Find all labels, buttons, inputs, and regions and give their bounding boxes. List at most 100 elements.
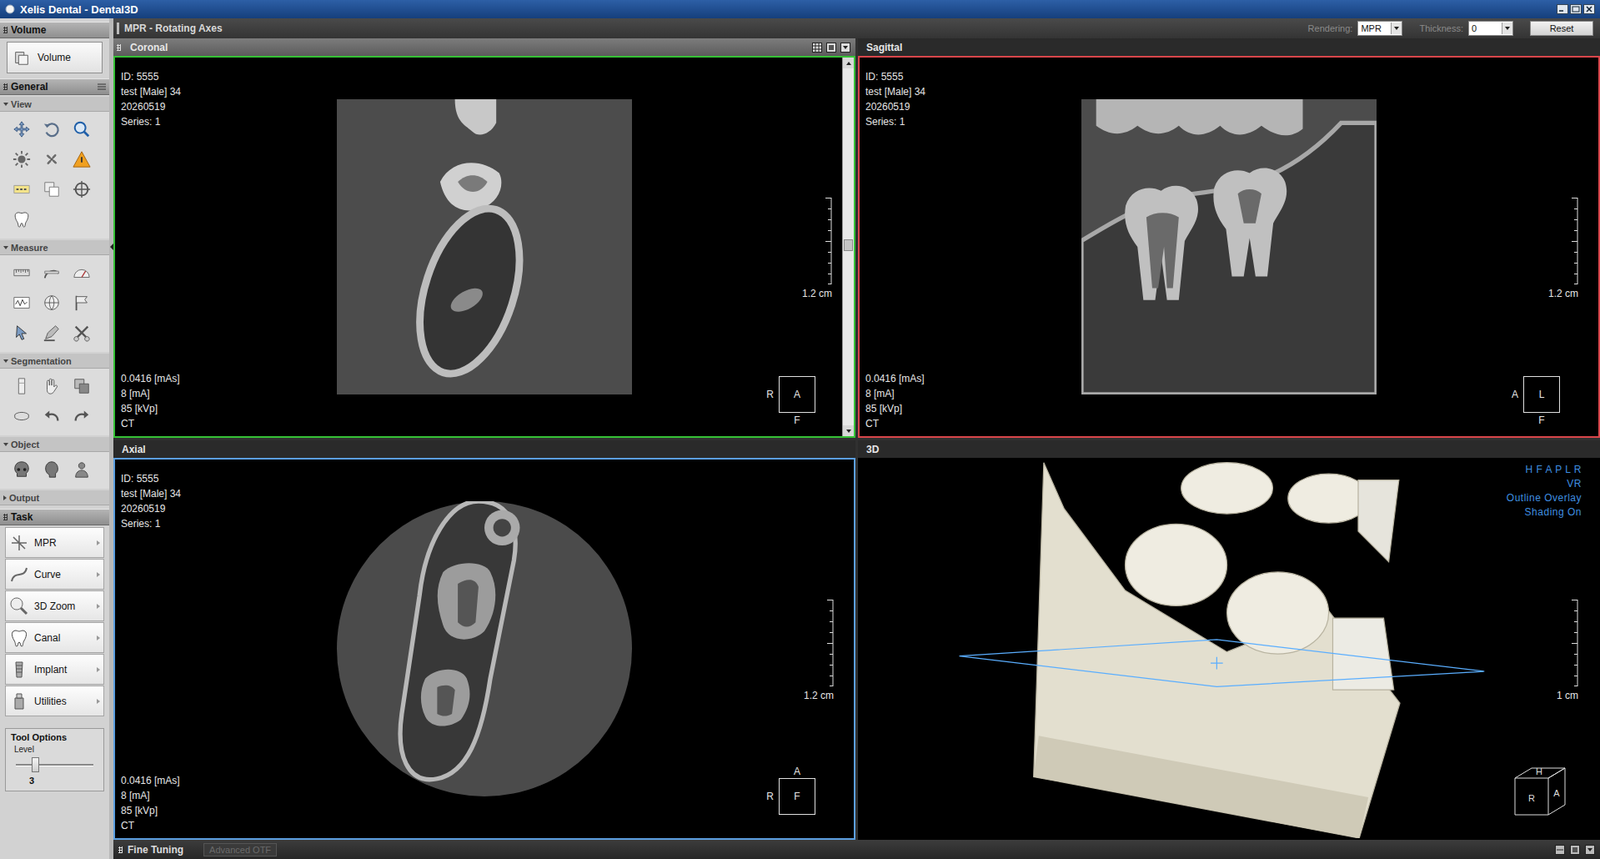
group-header[interactable]: Object — [0, 436, 110, 452]
tool-button[interactable] — [36, 454, 67, 485]
tool-button[interactable] — [6, 371, 37, 402]
tool-button[interactable] — [66, 174, 97, 205]
tool-button[interactable] — [66, 317, 97, 348]
viewport-canvas[interactable]: ID: 5555test [Male] 3420260519Series: 10… — [113, 55, 856, 438]
viewport-header[interactable]: Axial — [113, 440, 856, 458]
viewport-grid: CoronalID: 5555test [Male] 3420260519Ser… — [113, 38, 1600, 840]
svg-text:R: R — [1528, 792, 1535, 803]
volume-panel: Volume Volume — [0, 21, 110, 76]
scissors-icon — [72, 323, 91, 342]
exposure-info: 0.0416 [mAs]8 [mA]85 [kVp]CT — [865, 371, 925, 432]
task-item[interactable]: Canal — [5, 621, 105, 653]
ruler-icon — [825, 599, 834, 687]
dropdown-icon[interactable] — [840, 42, 851, 53]
layout-icon[interactable] — [1554, 844, 1565, 855]
slice-scrollbar[interactable] — [842, 57, 854, 437]
skull-icon — [12, 460, 31, 479]
tooth-icon — [12, 210, 31, 229]
panel-header[interactable]: Volume — [0, 21, 110, 39]
group-header[interactable]: Segmentation — [0, 353, 110, 369]
utilities-icon — [9, 691, 30, 712]
viewport-header[interactable]: 3D — [857, 440, 1600, 458]
tool-button[interactable] — [36, 257, 67, 288]
head-icon — [42, 460, 61, 479]
scale-bar: 1.2 cm — [803, 599, 834, 702]
pointer-icon — [12, 323, 31, 342]
close-icon[interactable] — [1583, 4, 1595, 15]
viewport: SagittalID: 5555test [Male] 3420260519Se… — [857, 38, 1600, 438]
maximize-icon[interactable] — [826, 42, 837, 53]
thickness-select[interactable]: 0 — [1468, 20, 1514, 36]
tool-button[interactable] — [66, 144, 97, 175]
tool-button[interactable] — [36, 144, 67, 175]
panel-header[interactable]: Task — [0, 508, 110, 526]
tool-button[interactable] — [6, 174, 37, 205]
tool-button[interactable] — [6, 454, 37, 485]
task-item[interactable]: 3D Zoom — [5, 590, 105, 622]
viewport-header[interactable]: Coronal — [113, 38, 856, 56]
layout-icon[interactable] — [812, 42, 823, 53]
task-item[interactable]: Curve — [5, 558, 105, 590]
tool-group: Object — [0, 435, 110, 489]
group-header[interactable]: Measure — [0, 240, 110, 256]
group-header[interactable]: Output — [0, 490, 110, 506]
panel-header[interactable]: General — [0, 78, 110, 96]
task-panel: TaskMPRCurve3D ZoomCanalImplantUtilities — [0, 508, 110, 718]
restore-icon[interactable] — [1569, 4, 1582, 15]
app-logo-icon — [5, 4, 16, 15]
menu-icon[interactable] — [97, 83, 106, 91]
tool-button[interactable] — [36, 317, 67, 348]
viewport-canvas[interactable]: ID: 5555test [Male] 3420260519Series: 10… — [113, 457, 856, 840]
orientation-cube[interactable]: HRA — [1513, 764, 1569, 817]
tool-button[interactable] — [36, 174, 67, 205]
tool-button[interactable] — [66, 371, 97, 402]
tool-button[interactable] — [6, 257, 37, 288]
task-item[interactable]: MPR — [5, 526, 105, 558]
protractor-icon — [72, 263, 91, 282]
tool-button[interactable] — [6, 204, 37, 235]
group-header[interactable]: View — [0, 96, 110, 112]
tool-button[interactable] — [6, 287, 37, 318]
dropdown-icon[interactable] — [1584, 844, 1595, 855]
tool-button[interactable] — [36, 371, 67, 402]
viewport: CoronalID: 5555test [Male] 3420260519Ser… — [113, 38, 856, 438]
minimize-icon[interactable] — [1556, 4, 1569, 15]
tool-button[interactable] — [66, 287, 97, 318]
scale-bar: 1.2 cm — [1548, 197, 1579, 300]
tool-group: Measure — [0, 238, 110, 352]
hand-icon — [42, 376, 61, 396]
general-panel: General View Measure Segmentation Object Out… — [0, 78, 110, 506]
advanced-otf-button[interactable]: Advanced OTF — [203, 842, 277, 857]
tool-button[interactable] — [36, 114, 67, 145]
axial-slice-image — [336, 501, 632, 797]
tool-button[interactable] — [36, 401, 67, 432]
viewport-canvas[interactable]: H F A P L RVROutline OverlayShading On1 … — [857, 457, 1600, 840]
reset-button[interactable]: Reset — [1529, 20, 1594, 36]
exposure-info: 0.0416 [mAs]8 [mA]85 [kVp]CT — [120, 772, 181, 833]
tool-group: View — [0, 95, 110, 239]
tooth-icon — [9, 627, 30, 648]
rendering-select[interactable]: MPR — [1357, 20, 1403, 36]
patient-info: ID: 5555test [Male] 3420260519Series: 1 — [120, 69, 181, 130]
task-item[interactable]: Implant — [5, 653, 105, 685]
tool-button[interactable] — [66, 454, 97, 485]
orientation-marker: ALF — [1511, 376, 1560, 428]
redo-icon — [72, 406, 91, 426]
layers-icon — [72, 376, 91, 396]
tool-button[interactable] — [6, 317, 37, 348]
tool-button[interactable] — [6, 144, 37, 175]
tool-button[interactable] — [6, 114, 37, 145]
tool-button[interactable] — [6, 401, 37, 432]
app-window: Xelis Dental - Dental3DVolumeVolumeGener… — [0, 0, 1600, 859]
level-slider[interactable] — [15, 756, 94, 773]
viewport-header[interactable]: Sagittal — [857, 38, 1600, 56]
maximize-icon[interactable] — [1569, 844, 1580, 855]
tool-button[interactable] — [36, 287, 67, 318]
volume-button[interactable]: Volume — [6, 41, 103, 74]
tool-button[interactable] — [66, 114, 97, 145]
tool-button[interactable] — [66, 257, 97, 288]
task-item[interactable]: Utilities — [5, 685, 105, 717]
pen-icon — [42, 323, 61, 342]
viewport-canvas[interactable]: ID: 5555test [Male] 3420260519Series: 10… — [857, 55, 1600, 438]
tool-button[interactable] — [66, 401, 97, 432]
